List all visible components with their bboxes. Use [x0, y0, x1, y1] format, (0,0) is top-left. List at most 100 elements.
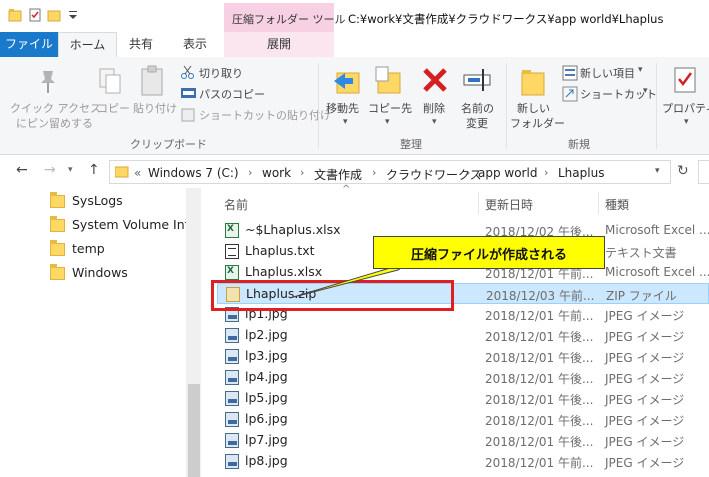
file-name: Lhaplus.txt [245, 243, 315, 258]
breadcrumb-lhaplus[interactable]: Lhaplus [558, 166, 604, 180]
address-history-icon[interactable]: ▾ [655, 166, 660, 176]
up-arrow-icon[interactable]: ↑ [88, 162, 100, 178]
file-row[interactable]: lp3.jpg 2018/12/01 午後... JPEG イメージ [217, 346, 709, 367]
breadcrumb-separator-icon[interactable]: › [248, 166, 252, 179]
folder-icon [50, 192, 65, 208]
file-type: テキスト文書 [605, 246, 677, 260]
folder-icon [114, 164, 129, 181]
new-folder-button-line1[interactable]: 新しい [517, 100, 550, 116]
column-header-name[interactable]: 名前 [224, 196, 248, 213]
nav-item-system-volume-information[interactable]: System Volume Info [50, 216, 186, 238]
copy-button[interactable]: コピー [97, 100, 130, 116]
recent-locations-icon[interactable]: ▾ [68, 165, 73, 175]
column-divider[interactable] [598, 192, 599, 214]
refresh-icon[interactable]: ↻ [677, 163, 689, 179]
file-date: 2018/12/01 午前... [485, 456, 594, 470]
chevron-down-icon: ▾ [385, 117, 390, 127]
address-bar[interactable]: « Windows 7 (C:) › work › 文書作成 › クラウドワーク… [109, 160, 671, 184]
copy-icon [98, 67, 122, 98]
tab-share[interactable]: 共有 [118, 32, 164, 57]
paste-shortcut-icon [181, 108, 195, 125]
nav-scrollbar-thumb[interactable] [188, 384, 200, 477]
delete-icon [422, 67, 448, 96]
delete-button[interactable]: 削除 [423, 100, 445, 116]
group-divider [656, 63, 657, 149]
breadcrumb-app-world[interactable]: app world [478, 166, 537, 180]
breadcrumb-overflow[interactable]: « [134, 166, 141, 180]
breadcrumb-separator-icon[interactable]: › [372, 166, 376, 179]
nav-item-temp[interactable]: temp [50, 240, 200, 262]
file-name: ~$Lhaplus.xlsx [245, 222, 341, 237]
group-divider [318, 63, 319, 149]
rename-button-line1[interactable]: 名前の [461, 100, 494, 116]
tab-extract[interactable]: 展開 [224, 32, 334, 57]
file-type: JPEG イメージ [605, 330, 685, 344]
column-divider[interactable] [478, 192, 479, 214]
jpeg-icon [225, 433, 239, 448]
file-name: lp7.jpg [245, 432, 288, 447]
jpeg-icon [225, 370, 239, 385]
file-type: JPEG イメージ [605, 414, 685, 428]
excel-icon [225, 223, 239, 238]
jpeg-icon [225, 391, 239, 406]
customize-quick-access-icon[interactable] [66, 8, 80, 22]
breadcrumb-work[interactable]: work [262, 166, 291, 180]
cut-button[interactable]: 切り取り [199, 65, 243, 81]
search-input[interactable] [698, 160, 709, 184]
jpeg-icon [225, 412, 239, 427]
nav-item-label: temp [72, 241, 105, 256]
tab-file[interactable]: ファイル [0, 32, 58, 57]
file-type: JPEG イメージ [605, 456, 685, 470]
tab-view[interactable]: 表示 [172, 32, 218, 57]
forward-arrow-icon[interactable]: → [44, 162, 56, 178]
file-row[interactable]: lp5.jpg 2018/12/01 午後... JPEG イメージ [217, 388, 709, 409]
file-row[interactable]: lp2.jpg 2018/12/01 午後... JPEG イメージ [217, 325, 709, 346]
breadcrumb-separator-icon[interactable]: › [300, 166, 304, 179]
column-header-date[interactable]: 更新日時 [485, 196, 533, 213]
file-row[interactable]: lp7.jpg 2018/12/01 午後... JPEG イメージ [217, 430, 709, 451]
file-row[interactable]: lp8.jpg 2018/12/01 午前... JPEG イメージ [217, 451, 709, 472]
breadcrumb-documents[interactable]: 文書作成 [314, 166, 362, 183]
nav-item-syslogs[interactable]: SysLogs [50, 192, 200, 214]
new-folder-button-line2[interactable]: フォルダー [510, 115, 565, 131]
properties-quick-icon[interactable] [28, 8, 42, 22]
copy-path-button[interactable]: パスのコピー [199, 86, 265, 102]
file-date: 2018/12/01 午後... [485, 414, 594, 428]
column-header-type[interactable]: 種類 [605, 196, 629, 213]
pin-icon [37, 69, 59, 98]
ribbon: クイック アクセス にピン留めする コピー 貼り付け 切り取り パスのコピー シ… [0, 57, 709, 155]
file-type: JPEG イメージ [605, 309, 685, 323]
file-name: lp2.jpg [245, 327, 288, 342]
nav-item-windows[interactable]: Windows [50, 264, 200, 286]
file-row[interactable]: lp4.jpg 2018/12/01 午後... JPEG イメージ [217, 367, 709, 388]
file-row[interactable]: lp6.jpg 2018/12/01 午後... JPEG イメージ [217, 409, 709, 430]
jpeg-icon [225, 328, 239, 343]
nav-item-label: System Volume Info [72, 217, 186, 232]
copy-path-icon [181, 87, 197, 102]
file-date: 2018/12/01 午後... [485, 330, 594, 344]
new-folder-quick-icon[interactable] [47, 8, 61, 22]
copy-to-button[interactable]: コピー先 [368, 100, 412, 116]
new-item-button[interactable]: 新しい項目 [580, 65, 635, 81]
paste-shortcut-button[interactable]: ショートカットの貼り付け [199, 107, 331, 123]
pin-quick-access-label-2[interactable]: にピン留めする [16, 115, 93, 131]
properties-button[interactable]: プロパティ [662, 100, 709, 116]
new-folder-icon [521, 67, 545, 100]
breadcrumb-separator-icon[interactable]: › [544, 166, 548, 179]
back-arrow-icon[interactable]: ← [16, 162, 28, 178]
jpeg-icon [225, 349, 239, 364]
callout-box: 圧縮ファイルが作成される [373, 236, 605, 269]
paste-button[interactable]: 貼り付け [133, 100, 177, 116]
window-title: C:¥work¥文書作成¥クラウドワークス¥app world¥Lhaplus [348, 12, 664, 26]
tab-home[interactable]: ホーム [58, 32, 117, 58]
file-name: lp5.jpg [245, 390, 288, 405]
pin-quick-access-label-1[interactable]: クイック アクセス [10, 100, 101, 116]
breadcrumb-drive[interactable]: Windows 7 (C:) [148, 166, 239, 180]
rename-button-line2[interactable]: 変更 [466, 115, 488, 131]
file-type: JPEG イメージ [605, 372, 685, 386]
text-file-icon [225, 244, 239, 259]
move-to-button[interactable]: 移動先 [326, 100, 359, 116]
breadcrumb-separator-icon[interactable]: › [466, 166, 470, 179]
properties-icon [674, 67, 696, 96]
file-type: ZIP ファイル [606, 289, 677, 303]
